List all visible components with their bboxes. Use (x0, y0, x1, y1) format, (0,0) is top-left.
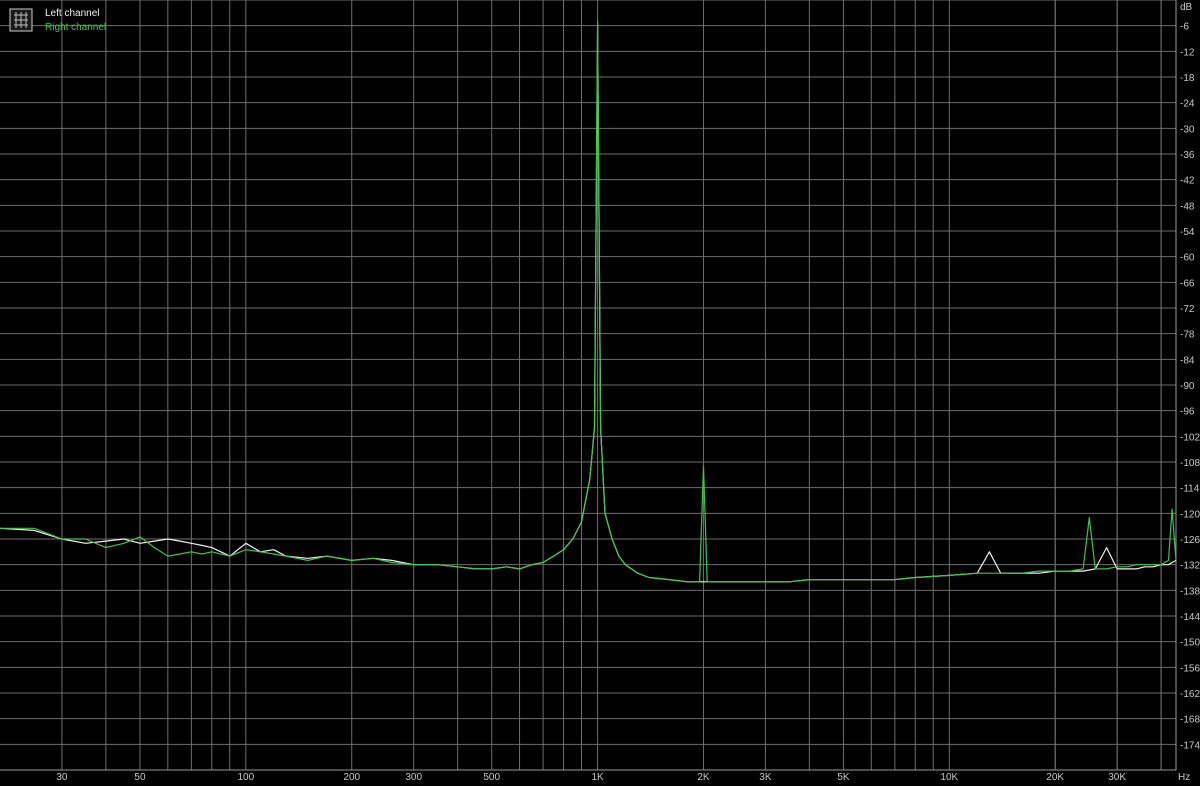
y-tick-label: -6 (1180, 22, 1189, 33)
y-tick-label: -84 (1180, 355, 1195, 366)
y-tick-label: -168 (1180, 715, 1200, 726)
y-tick-label: -138 (1180, 586, 1200, 597)
y-tick-label: -72 (1180, 304, 1195, 315)
x-tick-label: 300 (405, 772, 422, 783)
y-tick-label: -126 (1180, 535, 1200, 546)
y-tick-label: -144 (1180, 612, 1200, 623)
x-tick-label: 30K (1108, 772, 1126, 783)
x-tick-label: 2K (697, 772, 710, 783)
legend-entry-left: Left channel (45, 8, 100, 19)
grid-icon (14, 12, 28, 28)
y-tick-label: -108 (1180, 458, 1200, 469)
x-tick-label: 200 (343, 772, 360, 783)
y-tick-label: -60 (1180, 253, 1195, 264)
x-tick-label: 3K (759, 772, 772, 783)
y-tick-label: -42 (1180, 176, 1195, 187)
spectrum-chart: 30 50 100 200 300 500 1K 2K 3K 5K 10K 20K 30K -6 -12 -… (0, 0, 1200, 786)
x-unit-label: Hz (1178, 772, 1190, 783)
y-tick-label: -54 (1180, 227, 1195, 238)
x-tick-label: 500 (483, 772, 500, 783)
y-tick-label: -90 (1180, 381, 1195, 392)
y-tick-label: -156 (1180, 663, 1200, 674)
y-tick-label: -18 (1180, 73, 1195, 84)
x-tick-label: 5K (837, 772, 850, 783)
y-tick-label: -102 (1180, 432, 1200, 443)
x-tick-label: 100 (238, 772, 255, 783)
y-tick-label: -114 (1180, 484, 1200, 495)
y-tick-label: -12 (1180, 47, 1195, 58)
y-tick-label: -30 (1180, 124, 1195, 135)
y-tick-label: -36 (1180, 150, 1195, 161)
y-tick-label: -162 (1180, 689, 1200, 700)
y-unit-label: dB (1180, 2, 1193, 13)
y-tick-label: -150 (1180, 638, 1200, 649)
y-tick-label: -66 (1180, 278, 1195, 289)
x-tick-label: 30 (56, 772, 68, 783)
x-tick-label: 1K (591, 772, 604, 783)
y-tick-label: -174 (1180, 740, 1200, 751)
y-tick-label: -48 (1180, 201, 1195, 212)
y-tick-label: -132 (1180, 561, 1200, 572)
y-tick-label: -24 (1180, 99, 1195, 110)
y-tick-label: -96 (1180, 407, 1195, 418)
y-tick-label: -120 (1180, 509, 1200, 520)
legend-entry-right: Right channel (45, 22, 106, 33)
x-tick-label: 10K (940, 772, 958, 783)
x-tick-label: 50 (134, 772, 146, 783)
x-tick-label: 20K (1046, 772, 1064, 783)
y-tick-label: -78 (1180, 330, 1195, 341)
